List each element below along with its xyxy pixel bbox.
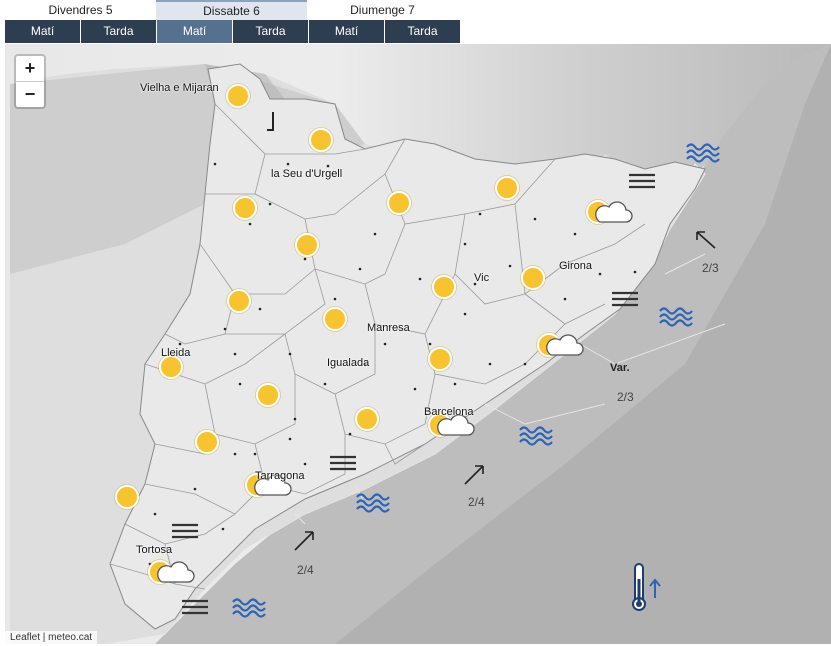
zoom-out-button[interactable]: − [16,82,44,107]
day-saturday[interactable]: Dissabte 6 [156,0,307,20]
zoom-control: + − [14,54,46,109]
town-label: la Seu d'Urgell [271,168,343,180]
town-label: Manresa [367,322,410,334]
period-fri-morning[interactable]: Matí [5,20,80,43]
zoom-in-button[interactable]: + [16,56,44,82]
day-friday[interactable]: Divendres 5 [5,0,156,20]
period-sun-morning[interactable]: Matí [309,20,384,43]
day-header: Divendres 5 Dissabte 6 Diumenge 7 [5,0,458,20]
sea-state-label: 2/4 [297,563,314,577]
town-label: Barcelona [424,406,474,418]
weather-map[interactable]: + − Vielha e Mijaran la Seu d'Urgell Vic… [5,44,831,644]
sea-state-label: 2/3 [617,390,634,404]
town-label: Girona [559,260,593,272]
town-label: Lleida [161,347,191,359]
town-label: Vielha e Mijaran [140,82,219,94]
sea-state-label: 2/3 [702,261,719,275]
map-canvas [10,44,831,644]
map-attribution[interactable]: Leaflet | meteo.cat [5,631,98,644]
sea-state-label: 2/4 [468,495,485,509]
town-label: Tarragona [255,470,305,482]
period-sat-afternoon[interactable]: Tarda [233,20,308,43]
period-bar: Matí Tarda Matí Tarda Matí Tarda [5,20,461,43]
period-fri-afternoon[interactable]: Tarda [81,20,156,43]
period-sat-morning[interactable]: Matí [157,20,232,43]
town-label: Igualada [327,357,370,369]
period-sun-afternoon[interactable]: Tarda [385,20,460,43]
town-label: Tortosa [136,544,173,556]
town-label: Vic [474,272,490,284]
day-sunday[interactable]: Diumenge 7 [307,0,458,20]
sea-state-label: Var. [610,362,630,374]
